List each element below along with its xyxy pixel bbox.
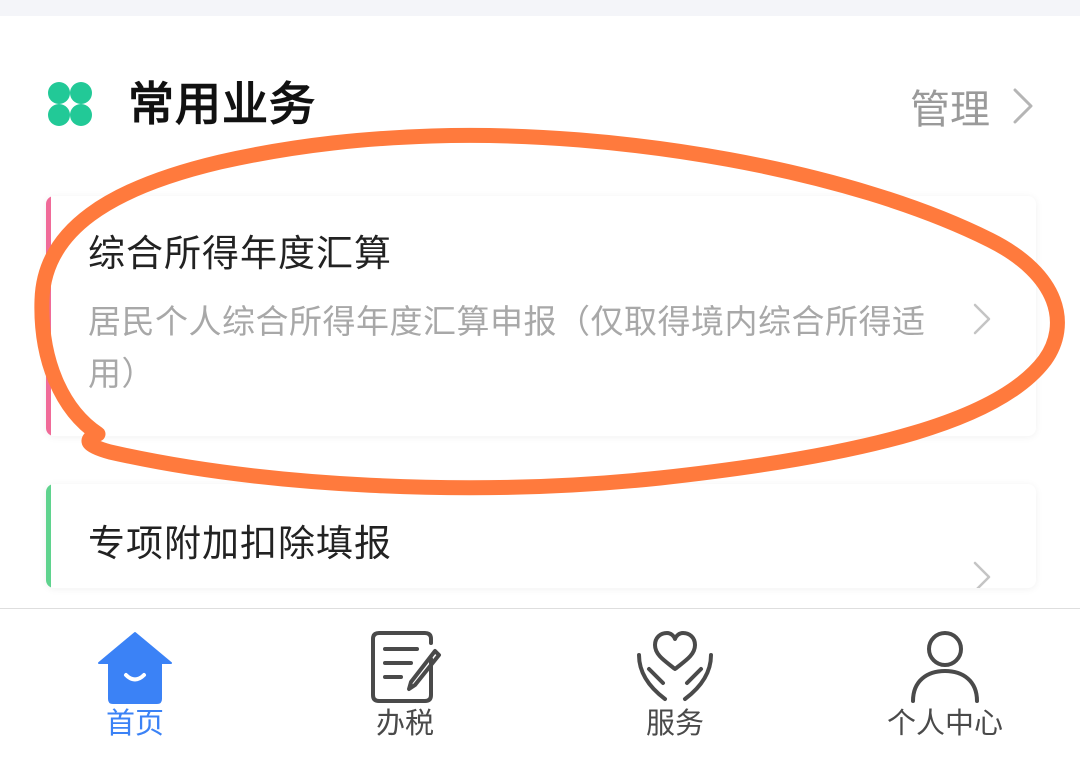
card-accent-bar — [46, 196, 51, 436]
screen: 常用业务 管理 综合所得年度汇算 居民个人综合所得年度汇算申报（仅取得境内综合所… — [0, 0, 1080, 758]
tab-label: 首页 — [105, 706, 164, 740]
card-description: 居民个人综合所得年度汇算申报（仅取得境内综合所得适用） — [88, 302, 926, 393]
person-icon — [911, 631, 979, 703]
tab-tax[interactable]: 办税 — [270, 609, 540, 758]
card-title: 专项附加扣除填报 — [88, 522, 392, 565]
tab-label: 服务 — [645, 706, 704, 740]
clover-icon — [48, 82, 92, 126]
section-header: 常用业务 管理 — [0, 60, 1080, 150]
section-title: 常用业务 — [128, 77, 316, 131]
home-icon — [98, 632, 172, 704]
tab-profile[interactable]: 个人中心 — [810, 609, 1080, 758]
bottom-tab-bar: 首页 办税 服务 个人中心 — [0, 608, 1080, 758]
special-deduction-card[interactable]: 专项附加扣除填报 — [46, 484, 1036, 588]
manage-label: 管理 — [910, 87, 990, 133]
chevron-right-icon — [1013, 88, 1033, 124]
tax-form-icon — [371, 631, 441, 703]
chevron-right-icon — [973, 561, 991, 588]
card-title: 综合所得年度汇算 — [88, 232, 392, 275]
tab-label: 办税 — [375, 706, 434, 740]
chevron-right-icon — [973, 303, 991, 335]
tab-home[interactable]: 首页 — [0, 609, 270, 758]
tab-service[interactable]: 服务 — [540, 609, 810, 758]
card-accent-bar — [46, 484, 51, 588]
heart-hands-icon — [637, 631, 713, 701]
top-strip — [0, 0, 1080, 16]
tab-label: 个人中心 — [886, 706, 1003, 740]
annual-settlement-card[interactable]: 综合所得年度汇算 居民个人综合所得年度汇算申报（仅取得境内综合所得适用） — [46, 196, 1036, 436]
manage-link[interactable]: 管理 — [910, 80, 1034, 133]
